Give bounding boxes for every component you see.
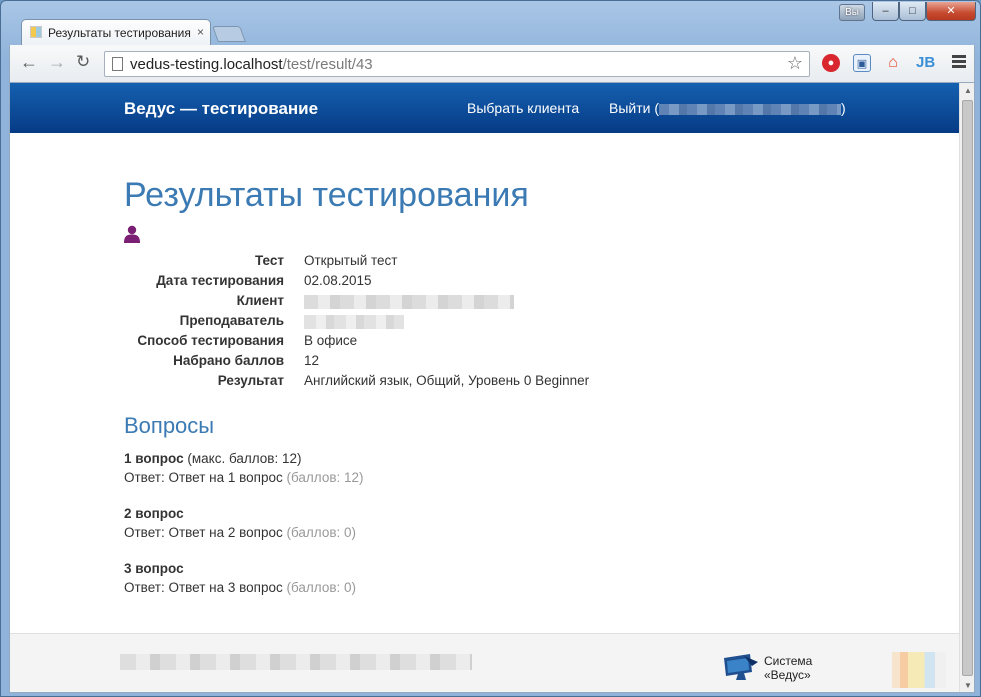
browser-menu-icon[interactable] — [952, 55, 966, 70]
address-bar[interactable]: vedus-testing.localhost/test/result/43 ☆ — [104, 51, 810, 77]
detail-label: Результат — [217, 373, 284, 388]
logout-suffix: ) — [841, 100, 846, 116]
person-icon — [124, 225, 140, 243]
url-text[interactable]: vedus-testing.localhost/test/result/43 — [130, 56, 373, 73]
footer-logo-text: Система «Ведус» — [764, 654, 812, 682]
detail-row-teacher: Преподаватель — [124, 313, 724, 333]
new-tab-button[interactable] — [212, 26, 246, 42]
maximize-button[interactable]: □ — [899, 2, 926, 21]
detail-label: Тест — [254, 253, 284, 268]
question-title: 3 вопрос — [124, 561, 184, 576]
back-arrow-icon[interactable]: ← — [20, 53, 38, 71]
questions-title: Вопросы — [124, 413, 215, 438]
url-host: vedus-testing.localhost — [130, 56, 283, 73]
vertical-scrollbar[interactable]: ▲ ▼ — [959, 83, 974, 692]
url-path: /test/result/43 — [282, 56, 373, 73]
question-score: (баллов: 0) — [282, 580, 357, 595]
question-max-score: (макс. баллов: 12) — [183, 451, 302, 466]
detail-value: Открытый тест — [304, 253, 398, 268]
scroll-thumb[interactable] — [962, 100, 973, 676]
home-extension-icon[interactable]: ⌂ — [884, 54, 902, 72]
question-item: 2 вопрос Ответ: Ответ на 2 вопрос (балло… — [124, 506, 356, 540]
redacted-client — [304, 293, 514, 312]
redacted-footer-image — [892, 652, 946, 688]
redacted-username — [659, 103, 842, 115]
detail-label: Набрано баллов — [173, 353, 284, 368]
detail-row-score: Набрано баллов 12 — [124, 353, 724, 373]
choose-client-link[interactable]: Выбрать клиента — [467, 100, 579, 116]
tab-title: Результаты тестирования — [48, 26, 191, 40]
question-title: 1 вопрос — [124, 451, 184, 466]
vedus-logo-icon — [724, 654, 758, 680]
forward-arrow-icon[interactable]: → — [48, 53, 66, 71]
detail-label: Дата тестирования — [156, 273, 284, 288]
reload-icon[interactable]: ↻ — [76, 53, 90, 71]
test-details: Тест Открытый тест Дата тестирования 02.… — [124, 253, 724, 393]
footer-logo-line1: Система — [764, 654, 813, 668]
question-answer: Ответ: Ответ на 3 вопрос — [124, 580, 283, 595]
page-viewport: Ведус — тестирование Выбрать клиента Вый… — [9, 82, 975, 693]
logout-label: Выйти ( — [609, 100, 660, 116]
jb-extension-icon[interactable]: JB — [916, 54, 935, 72]
adblock-extension-icon[interactable]: ● — [822, 54, 840, 72]
question-item: 3 вопрос Ответ: Ответ на 3 вопрос (балло… — [124, 561, 356, 595]
browser-toolbar: ← → ↻ vedus-testing.localhost/test/resul… — [9, 45, 975, 82]
scroll-up-icon[interactable]: ▲ — [960, 83, 974, 99]
detail-row-result: Результат Английский язык, Общий, Уровен… — [124, 373, 724, 393]
bookmark-star-icon[interactable]: ☆ — [787, 53, 803, 74]
detail-label: Клиент — [236, 293, 284, 308]
browser-tab-active[interactable]: Результаты тестирования × — [21, 19, 211, 45]
detail-value: В офисе — [304, 333, 358, 348]
detail-row-test: Тест Открытый тест — [124, 253, 724, 273]
page-title: Результаты тестирования — [124, 176, 529, 214]
detail-row-date: Дата тестирования 02.08.2015 — [124, 273, 724, 293]
redacted-teacher — [304, 313, 404, 332]
detail-label: Преподаватель — [179, 313, 284, 328]
scroll-down-icon[interactable]: ▼ — [960, 678, 974, 692]
logout-link[interactable]: Выйти () — [609, 100, 846, 116]
site-brand[interactable]: Ведус — тестирование — [124, 99, 318, 119]
question-score: (баллов: 0) — [282, 525, 357, 540]
detail-value: Английский язык, Общий, Уровень 0 Beginn… — [304, 373, 590, 388]
browser-window: Вы – □ ✕ Результаты тестирования × ← → ↻… — [0, 0, 981, 697]
redacted-footer-text — [120, 654, 472, 670]
site-navbar: Ведус — тестирование Выбрать клиента Вый… — [10, 83, 959, 133]
close-window-button[interactable]: ✕ — [926, 2, 976, 21]
question-answer: Ответ: Ответ на 2 вопрос — [124, 525, 283, 540]
detail-row-client: Клиент — [124, 293, 724, 313]
question-item: 1 вопрос (макс. баллов: 12) Ответ: Ответ… — [124, 451, 364, 485]
footer-logo-line2: «Ведус» — [764, 668, 811, 682]
site-footer: Система «Ведус» — [10, 633, 959, 692]
minimize-button[interactable]: – — [872, 2, 899, 21]
user-badge[interactable]: Вы — [839, 4, 865, 21]
detail-value: 12 — [304, 353, 320, 368]
tab-close-icon[interactable]: × — [197, 25, 204, 39]
window-extension-icon[interactable]: ▣ — [853, 54, 871, 72]
question-answer: Ответ: Ответ на 1 вопрос — [124, 470, 283, 485]
favicon-icon — [30, 26, 42, 38]
detail-value: 02.08.2015 — [304, 273, 372, 288]
question-score: (баллов: 12) — [282, 470, 364, 485]
question-title: 2 вопрос — [124, 506, 184, 521]
page-icon — [112, 57, 123, 71]
detail-label: Способ тестирования — [137, 333, 284, 348]
detail-row-method: Способ тестирования В офисе — [124, 333, 724, 353]
